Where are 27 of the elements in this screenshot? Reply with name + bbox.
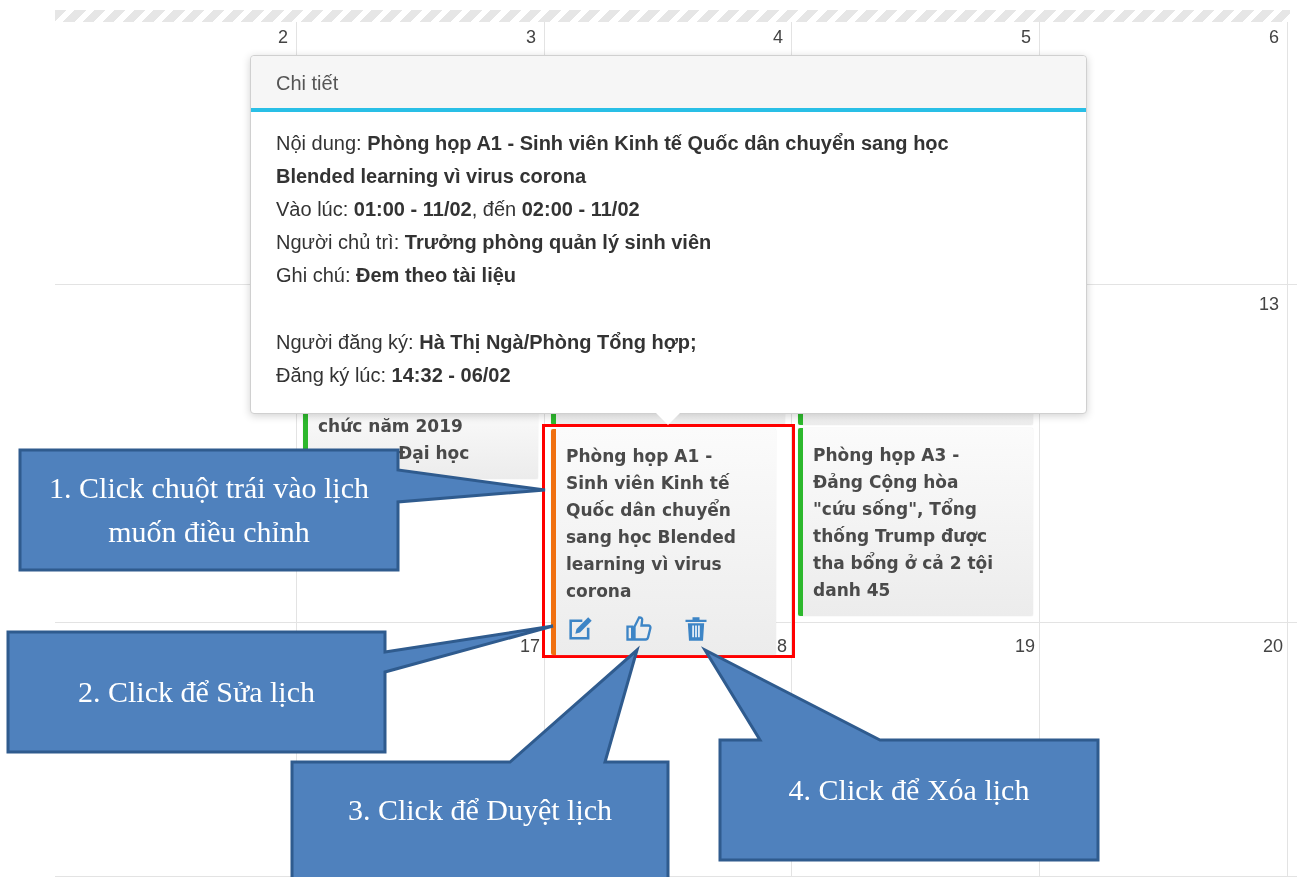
event-card[interactable]: Phòng họp A3 - Đảng Cộng hòa "cứu sống", Tổng thống Trump được tha bổng ở cả 2 tội danh 45 — [798, 428, 1033, 616]
detail-line: Nội dung: Phòng họp A1 - Sinh viên Kinh tế Quốc dân chuyển sang học Blended learning vì virus corona — [276, 131, 950, 189]
detail-line: Người đăng ký: Hà Thị Ngà/Phòng Tổng hợp; — [276, 330, 698, 355]
event-card[interactable]: Phòng họp A1 - Sinh viên Kinh tế Quốc dân chuyển sang học Blended learning vì virus corona — [551, 429, 776, 655]
day-number: 8 — [777, 635, 788, 657]
day-number: 20 — [1262, 635, 1284, 657]
day-number: 17 — [519, 635, 541, 657]
day-number: 19 — [1014, 635, 1036, 657]
callout-text: 2. Click để Sửa lịch — [77, 674, 316, 710]
detail-line: Đăng ký lúc: 14:32 - 06/02 — [276, 363, 512, 388]
detail-line: Ghi chú: Đem theo tài liệu — [276, 263, 518, 288]
detail-line: Người chủ trì: Trưởng phòng quản lý sinh viên — [276, 230, 713, 255]
day-number: 5 — [1021, 26, 1032, 48]
event-title: Phòng họp A3 - Đảng Cộng hòa "cứu sống", Tổng thống Trump được tha bổng ở cả 2 tội danh 45 — [813, 444, 995, 602]
detail-line: Vào lúc: 01:00 - 11/02, đến 02:00 - 11/02 — [276, 197, 641, 222]
callout-text: 3. Click để Duyệt lịch — [347, 791, 613, 828]
popover-title: Chi tiết — [251, 56, 1086, 112]
day-number: 2 — [278, 26, 289, 48]
day-number: 6 — [1269, 26, 1280, 48]
day-number: 13 — [1258, 293, 1280, 315]
event-title: Phòng họp A1 - Sinh viên Kinh tế Quốc dân chuyển sang học Blended learning vì virus corona — [566, 445, 737, 603]
callout-text: 4. Click để Xóa lịch — [788, 772, 1030, 808]
day-number: 4 — [773, 26, 784, 48]
day-number: 3 — [526, 26, 537, 48]
thumbs-up-icon[interactable] — [624, 615, 652, 643]
event-title: chức năm 2019 — [318, 415, 464, 438]
edit-icon[interactable] — [566, 615, 594, 643]
